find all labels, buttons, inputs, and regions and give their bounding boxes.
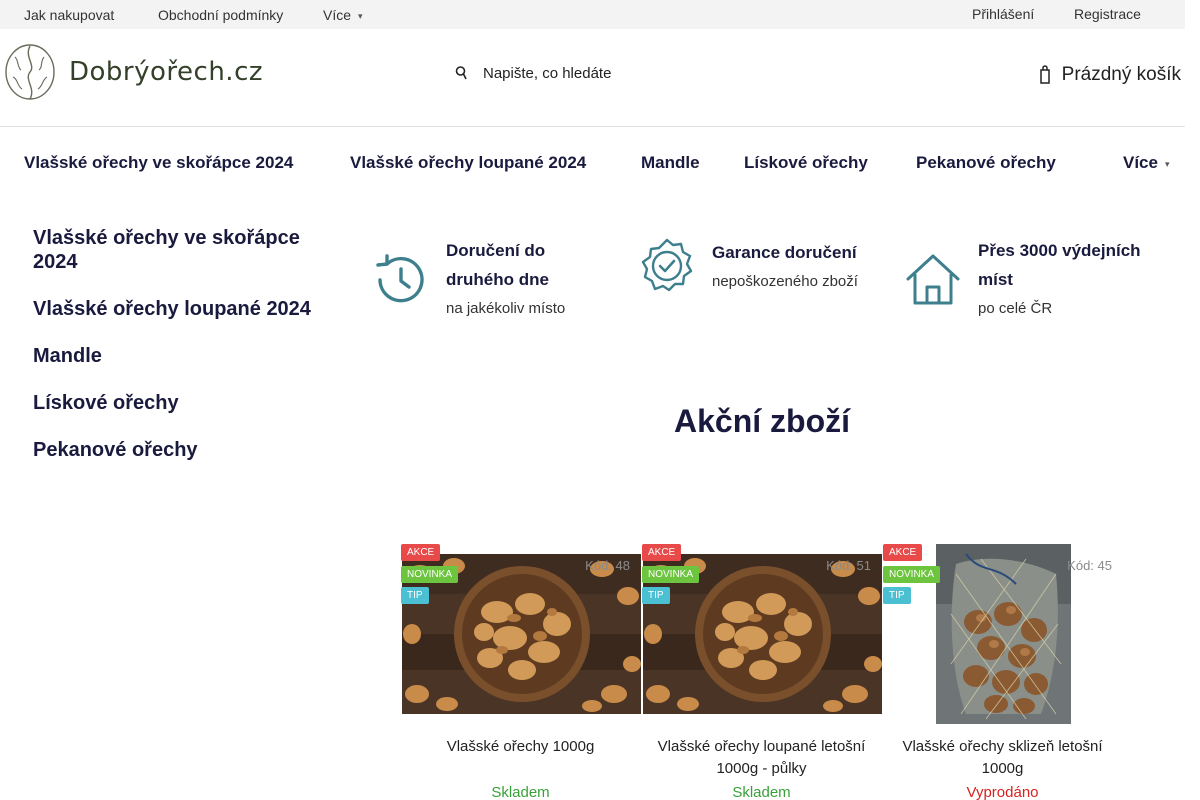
nav-vlasske-ve-skorapce[interactable]: Vlašské ořechy ve skořápce 2024 [24,153,293,173]
nav-pekanove-orechy[interactable]: Pekanové ořechy [916,153,1056,173]
search-placeholder: Napište, co hledáte [483,64,612,82]
chevron-down-icon: ▾ [1164,159,1170,169]
product-card[interactable]: AKCE NOVINKA TIP Kód: 48 Vlašské ořechy … [401,542,641,800]
flag-novinka: NOVINKA [642,566,700,583]
cart-icon [1039,65,1050,84]
search-icon [455,66,467,80]
stock-status: Vyprodáno [966,784,1039,800]
flag-tip: TIP [883,587,911,604]
benefit-title: Doručení do druhého dne [446,241,549,289]
login-link[interactable]: Přihlášení [972,6,1034,22]
product-code: Kód: 51 [826,558,871,573]
link-obchodni-podminky[interactable]: Obchodní podmínky [158,7,283,23]
logo-text: Dobrýořech.cz [69,57,264,87]
sidebar-item-mandle[interactable]: Mandle [33,344,333,368]
stock-status: Skladem [491,784,550,800]
search-bar[interactable]: Napište, co hledáte [455,64,611,82]
clock-icon [376,253,424,302]
top-bar: Jak nakupovat Obchodní podmínky Více ▾ Př… [0,0,1185,29]
flag-akce: AKCE [401,544,441,561]
benefit-subtitle: nepoškozeného zboží [712,273,858,290]
cart-label: Prázdný košík [1061,64,1181,85]
sidebar-item-vlasske-ve-skorapce[interactable]: Vlašské ořechy ve skořápce 2024 [33,226,333,274]
sidebar: Vlašské ořechy ve skořápce 2024 Vlašské … [33,226,333,485]
benefit-title: Přes 3000 výdejních míst [978,241,1141,289]
product-card[interactable]: AKCE NOVINKA TIP Kód: 51 Vlašské ořechy … [642,542,882,800]
benefit-guarantee: Garance doručení nepoškozeného zboží [636,236,886,298]
flag-tip: TIP [401,587,429,604]
benefit-pickup-points: Přes 3000 výdejních míst po celé ČR [902,236,1152,323]
badge-check-icon [641,238,693,292]
flag-novinka: NOVINKA [401,566,459,583]
product-card[interactable]: AKCE NOVINKA TIP Kód: 45 Vlašské ořechy … [883,542,1122,800]
cart-button[interactable]: Prázdný košík [1039,64,1181,86]
product-name[interactable]: Vlašské ořechy loupané letošní 1000g - p… [642,736,881,780]
chevron-down-icon: ▾ [358,11,363,21]
walnut-logo-icon [5,44,55,100]
register-link[interactable]: Registrace [1074,6,1141,22]
flag-akce: AKCE [883,544,923,561]
nav-more-label: Více [1123,153,1158,172]
more-menu-label: Více [323,7,352,23]
nav-vlasske-loupane[interactable]: Vlašské ořechy loupané 2024 [350,153,586,173]
more-menu[interactable]: Více ▾ [323,7,363,23]
benefit-title: Garance doručení [712,243,857,262]
product-image[interactable] [936,544,1071,724]
logo[interactable]: Dobrýořech.cz [3,43,263,101]
benefit-subtitle: po celé ČR [978,300,1053,317]
section-title: Akční zboží [673,403,850,439]
nav-more[interactable]: Více ▾ [1123,153,1170,173]
benefit-subtitle: na jakékoliv místo [446,300,566,317]
product-name[interactable]: Vlašské ořechy 1000g [401,736,640,758]
sidebar-item-pekanove-orechy[interactable]: Pekanové ořechy [33,438,333,462]
header: Dobrýořech.cz Napište, co hledáte Prázdn… [0,29,1185,127]
nav-liskove-orechy[interactable]: Lískové ořechy [744,153,868,173]
product-name[interactable]: Vlašské ořechy sklizeň letošní 1000g [883,736,1122,780]
flag-akce: AKCE [642,544,682,561]
category-nav: Vlašské ořechy ve skořápce 2024 Vlašské … [0,127,1185,195]
flag-novinka: NOVINKA [883,566,941,583]
benefit-delivery: Doručení do druhého dne na jakékoliv mís… [370,236,610,323]
product-code: Kód: 45 [1067,558,1112,573]
link-jak-nakupovat[interactable]: Jak nakupovat [24,7,114,23]
flag-tip: TIP [642,587,670,604]
house-icon [906,254,960,304]
stock-status: Skladem [732,784,791,800]
sidebar-item-vlasske-loupane[interactable]: Vlašské ořechy loupané 2024 [33,297,333,321]
nav-mandle[interactable]: Mandle [641,153,700,173]
sidebar-item-liskove-orechy[interactable]: Lískové ořechy [33,391,333,415]
product-code: Kód: 48 [585,558,630,573]
